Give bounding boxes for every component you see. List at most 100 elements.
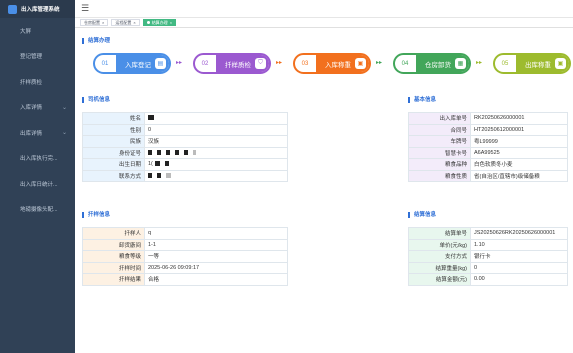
row-value: HT20250612000001 [470,123,568,136]
value-text: 粤L99999 [474,139,498,146]
process-steps: 01 入库登记 ▤ ▸▸ 02 扦样质检 ⛉ ▸▸ 03 入库称重 ▣ ▸▸ 04 仓房卸货 ▦ ▸▸ 05 出库… [93,51,571,77]
step-number: 01 [101,60,109,67]
row-value: JS20250626RK20250626000001 [470,227,568,240]
redacted-block [166,172,171,178]
table-row: 粮食等级 一等 [82,250,288,263]
value-text: 1( [148,161,153,168]
value-text: 0 [474,264,478,271]
process-step[interactable]: 01 入库登记 ▤ [93,53,171,74]
arrow-right-icon: ▸▸ [376,60,383,66]
row-value: RK20250626000001 [470,112,568,125]
row-value: 一等 [144,250,288,263]
sidebar-item[interactable]: 出入库执行完... [0,146,75,172]
sidebar-item-label: 入库详情 [20,105,43,112]
row-value: 0.00 [470,273,568,286]
sidebar-item[interactable]: 扦样质检 [0,69,75,95]
sidebar-item[interactable]: 出库详情 ⌄ [0,120,75,146]
value-text: RK20250626000001 [474,115,525,122]
process-step[interactable]: 05 出库称重 ▣ [493,53,571,74]
redacted-block [154,161,160,167]
table-row: 智慧卡号 A6A99525 [408,146,568,159]
row-value: 银行卡 [470,250,568,263]
row-label: 扦样时间 [82,261,145,274]
value-text: HT20250612000001 [474,126,525,133]
tag-item[interactable]: 结算办理 × [142,19,177,26]
row-label: 扦样人 [82,227,145,240]
row-label: 性别 [82,123,145,136]
sidebar-item-label: 出入库执行完... [20,156,58,163]
arrow-right-icon: ▸▸ [476,60,483,66]
table-row: 出生日期 1( [82,158,288,171]
table-row: 扦样结果 合格 [82,273,288,286]
sampling-info-table: 扦样人 q 卸货廒间 1-1 粮食等级 一等 扦样时间 2025-06-26 09:09:17… [82,227,288,286]
process-step[interactable]: 03 入库称重 ▣ [293,53,371,74]
chevron-down-icon: ⌄ [61,104,67,111]
redacted-block [166,149,170,155]
sidebar-item[interactable]: 登记管理 [0,44,75,70]
value-text: 0.00 [474,276,485,283]
sidebar-item-label: 出入库日统计... [20,181,58,188]
driver-info-title: 司机信息 [82,97,110,103]
row-label: 粮食品种 [408,158,471,171]
step-number: 04 [401,60,409,67]
redacted-block [164,161,169,167]
row-label: 结算重量(kg) [408,261,471,274]
sidebar-item[interactable]: 地磅摄像头配... [0,197,75,223]
sidebar-item[interactable]: 大屏 [0,18,75,44]
sidebar-item-label: 扦样质检 [20,79,43,86]
table-row: 扦样人 q [82,227,288,240]
sidebar-menu: 大屏 登记管理扦样质检入库详情 ⌄ 出库详情 ⌄ 出入库执行完... 出入库日统计... 地磅… [0,18,75,222]
redacted-block [175,149,179,155]
value-text: 2025-06-26 09:09:17 [148,264,200,271]
close-icon[interactable]: × [133,20,135,25]
row-label: 车牌号 [408,135,471,148]
table-row: 性别 0 [82,123,288,136]
table-row: 结算重量(kg) 0 [408,261,568,274]
value-text: 一等 [148,254,160,261]
top-navbar: ☰ [75,0,573,18]
sidebar-item-label: 地磅摄像头配... [20,207,58,214]
table-row: 出入库单号 RK20250626000001 [408,112,568,125]
hamburger-icon[interactable]: ☰ [81,4,89,13]
row-label: 结算单号 [408,227,471,240]
value-text: q [148,230,152,237]
row-label: 智慧卡号 [408,146,471,159]
tag-item[interactable]: 运程配置 × [111,19,140,26]
sidebar: 出入库管理系统 大屏 登记管理 扦样质检 入库详情 ⌄ 出库详情 ⌄ 出入库执行完... 出入库… [0,0,75,353]
row-value: 2025-06-26 09:09:17 [144,261,288,274]
row-label: 支付方式 [408,250,471,263]
table-row: 联系方式 [82,169,288,182]
row-value: 0 [144,123,288,136]
table-row: 姓名 [82,112,288,125]
table-row: 车牌号 粤L99999 [408,135,568,148]
row-label: 粮食性质 [408,169,471,182]
table-row: 民族 汉族 [82,135,288,148]
row-value: 汉族 [144,135,288,148]
row-label: 卸货廒间 [82,238,145,251]
process-step[interactable]: 04 仓房卸货 ▦ [393,53,471,74]
table-row: 合同号 HT20250612000001 [408,123,568,136]
table-row: 身份证号 [82,146,288,159]
process-step[interactable]: 02 扦样质检 ⛉ [193,53,271,74]
tag-item[interactable]: 仓房配置 × [80,19,109,26]
close-icon[interactable]: × [102,20,104,25]
close-icon[interactable]: × [170,20,172,25]
row-label: 合同号 [408,123,471,136]
step-number: 02 [201,60,209,67]
table-row: 粮食品种 白色软质冬小麦 [408,158,568,171]
row-value [144,112,288,125]
row-label: 民族 [82,135,145,148]
table-row: 单价(元/kg) 1.10 [408,238,568,251]
redacted-block [157,149,161,155]
row-label: 扦样结果 [82,273,145,286]
sidebar-item[interactable]: 入库详情 ⌄ [0,95,75,121]
doc-icon: ▤ [155,58,166,69]
base-info-title: 基本信息 [408,97,436,103]
tag-label: 仓房配置 [84,19,100,25]
shield-icon: ⛉ [255,58,266,69]
tags-view: 仓房配置 × 运程配置 × 结算办理 × [75,18,573,28]
sidebar-item[interactable]: 出入库日统计... [0,171,75,197]
row-label: 出生日期 [82,158,145,171]
step-number: 05 [501,60,509,67]
scale-icon: ▣ [555,58,566,69]
